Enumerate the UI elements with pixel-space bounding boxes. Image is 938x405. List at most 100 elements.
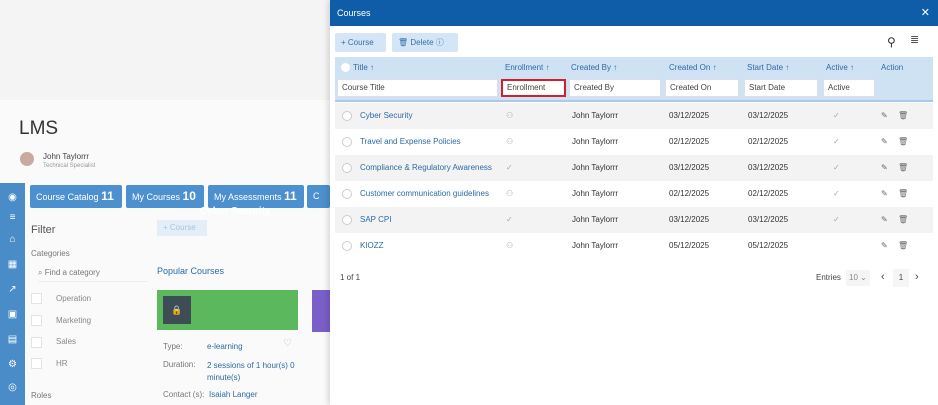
next-course-card[interactable] bbox=[312, 290, 330, 332]
close-icon[interactable]: ✕ bbox=[921, 0, 930, 26]
edit-icon[interactable]: ✎ bbox=[881, 233, 888, 259]
add-course-button-disabled[interactable]: + Course bbox=[157, 220, 207, 236]
type-label: Type: bbox=[163, 342, 183, 351]
entries-select[interactable]: 10 ⌄ bbox=[846, 270, 870, 286]
table-row[interactable]: Cyber Security ⚇ John Taylorrr 03/12/202… bbox=[335, 103, 933, 129]
add-course-button[interactable]: + Course bbox=[335, 33, 386, 52]
created-by: John Taylorrr bbox=[572, 189, 619, 198]
dashboard-icon[interactable]: ▦ bbox=[7, 260, 18, 270]
created-by-filter-input[interactable]: Created By bbox=[569, 79, 661, 97]
lock-icon: 🔒 bbox=[163, 296, 191, 324]
group-enrollment-icon: ⚇ bbox=[506, 241, 514, 250]
avatar bbox=[20, 152, 34, 166]
table-row[interactable]: Compliance & Regulatory Awareness ✓ John… bbox=[335, 155, 933, 181]
course-title-link[interactable]: KIOZZ bbox=[360, 233, 384, 259]
start-date: 03/12/2025 bbox=[748, 215, 789, 224]
tab-my-courses[interactable]: My Courses 10 bbox=[126, 185, 204, 208]
row-checkbox[interactable] bbox=[342, 215, 352, 225]
row-checkbox[interactable] bbox=[342, 163, 352, 173]
category-checkbox[interactable] bbox=[31, 315, 42, 326]
course-title-link[interactable]: Customer communication guidelines bbox=[360, 181, 489, 207]
created-by: John Taylorrr bbox=[572, 215, 619, 224]
edit-icon[interactable]: ✎ bbox=[881, 181, 888, 207]
created-by: John Taylorrr bbox=[572, 111, 619, 120]
row-checkbox[interactable] bbox=[342, 241, 352, 251]
edit-icon[interactable]: ✎ bbox=[881, 103, 888, 129]
settings-icon[interactable]: ⚙ bbox=[7, 360, 18, 370]
table-row[interactable]: Travel and Expense Policies ⚇ John Taylo… bbox=[335, 129, 933, 155]
title-filter-input[interactable]: Course Title bbox=[337, 79, 498, 97]
start-date: 03/12/2025 bbox=[748, 163, 789, 172]
delete-icon[interactable]: 🗑 bbox=[898, 207, 908, 233]
edit-icon[interactable]: ✎ bbox=[881, 155, 888, 181]
chart-icon[interactable]: ↗ bbox=[7, 285, 18, 295]
category-checkbox[interactable] bbox=[31, 358, 42, 369]
table-row[interactable]: KIOZZ ⚇ John Taylorrr 05/12/2025 05/12/2… bbox=[335, 233, 933, 259]
table-row[interactable]: Customer communication guidelines ⚇ John… bbox=[335, 181, 933, 207]
select-all-checkbox[interactable] bbox=[341, 63, 350, 72]
category-checkbox[interactable] bbox=[31, 293, 42, 304]
edit-icon[interactable]: ✎ bbox=[881, 207, 888, 233]
delete-icon[interactable]: 🗑 bbox=[898, 181, 908, 207]
search-icon[interactable]: ⚲ bbox=[887, 35, 896, 49]
created-on: 03/12/2025 bbox=[669, 111, 710, 120]
row-checkbox[interactable] bbox=[342, 137, 352, 147]
course-title-link[interactable]: Cyber Security bbox=[360, 103, 412, 129]
row-checkbox[interactable] bbox=[342, 189, 352, 199]
column-active[interactable]: Active ↑ bbox=[826, 63, 854, 72]
column-menu-icon[interactable]: ≣ bbox=[910, 33, 919, 46]
group-enrollment-icon: ⚇ bbox=[506, 189, 514, 198]
prev-page-icon[interactable]: ‹ bbox=[881, 271, 885, 283]
app-title: LMS bbox=[19, 118, 59, 139]
page-info: 1 of 1 bbox=[340, 273, 361, 282]
delete-icon[interactable]: 🗑 bbox=[898, 233, 908, 259]
category-label: Sales bbox=[56, 337, 77, 346]
created-on: 02/12/2025 bbox=[669, 137, 710, 146]
page-number[interactable]: 1 bbox=[893, 269, 909, 287]
menu-icon[interactable]: ≡ bbox=[7, 213, 18, 223]
tab-my-assessments[interactable]: My Assessments 11 bbox=[208, 185, 304, 208]
delete-icon[interactable]: 🗑 bbox=[898, 129, 908, 155]
table-row[interactable]: SAP CPI ✓ John Taylorrr 03/12/2025 03/12… bbox=[335, 207, 933, 233]
enrollment-filter-input[interactable]: Enrollment bbox=[501, 79, 566, 97]
category-label: Marketing bbox=[56, 316, 92, 325]
active-check-icon: ✓ bbox=[833, 111, 840, 120]
column-action: Action bbox=[881, 63, 904, 72]
column-created-by[interactable]: Created By ↑ bbox=[571, 63, 617, 72]
created-on-filter-input[interactable]: Created On bbox=[665, 79, 739, 97]
group-enrollment-icon: ⚇ bbox=[506, 111, 514, 120]
edit-icon[interactable]: ✎ bbox=[881, 129, 888, 155]
row-checkbox[interactable] bbox=[342, 111, 352, 121]
info-icon[interactable]: ⓘ bbox=[436, 38, 444, 47]
created-by: John Taylorrr bbox=[572, 137, 619, 146]
tab-more[interactable]: C bbox=[307, 185, 330, 208]
home-icon[interactable]: ⌂ bbox=[7, 235, 18, 245]
delete-icon[interactable]: 🗑 bbox=[898, 103, 908, 129]
category-checkbox[interactable] bbox=[31, 337, 42, 348]
course-title-link[interactable]: Travel and Expense Policies bbox=[360, 129, 461, 155]
created-on: 02/12/2025 bbox=[669, 189, 710, 198]
tab-course-catalog[interactable]: Course Catalog 11 bbox=[30, 185, 122, 208]
created-by: John Taylorrr bbox=[572, 163, 619, 172]
support-icon[interactable]: ◎ bbox=[7, 383, 18, 393]
column-enrollment[interactable]: Enrollment ↑ bbox=[505, 63, 549, 72]
course-title-link[interactable]: Compliance & Regulatory Awareness bbox=[360, 155, 492, 181]
start-date-filter-input[interactable]: Start Date bbox=[744, 79, 818, 97]
column-title[interactable]: Title ↑ bbox=[353, 63, 374, 72]
nav-logo-icon[interactable]: ◉ bbox=[7, 193, 18, 203]
column-created-on[interactable]: Created On ↑ bbox=[669, 63, 717, 72]
start-date: 02/12/2025 bbox=[748, 189, 789, 198]
active-filter-input[interactable]: Active bbox=[823, 79, 875, 97]
next-page-icon[interactable]: › bbox=[915, 271, 919, 283]
column-start-date[interactable]: Start Date ↑ bbox=[747, 63, 789, 72]
course-title-link[interactable]: SAP CPI bbox=[360, 207, 391, 233]
active-check-icon: ✓ bbox=[833, 137, 840, 146]
heart-icon[interactable]: ♡ bbox=[283, 338, 292, 349]
book-icon[interactable]: ▤ bbox=[7, 335, 18, 345]
course-card-header[interactable]: 🔒 bbox=[157, 290, 298, 330]
delete-icon[interactable]: 🗑 bbox=[898, 155, 908, 181]
category-search-input[interactable]: ⌕ Find a category bbox=[38, 268, 148, 282]
group-enrollment-icon: ⚇ bbox=[506, 137, 514, 146]
calendar-icon[interactable]: ▣ bbox=[7, 310, 18, 320]
delete-button[interactable]: 🗑 Delete ⓘ bbox=[392, 33, 458, 52]
